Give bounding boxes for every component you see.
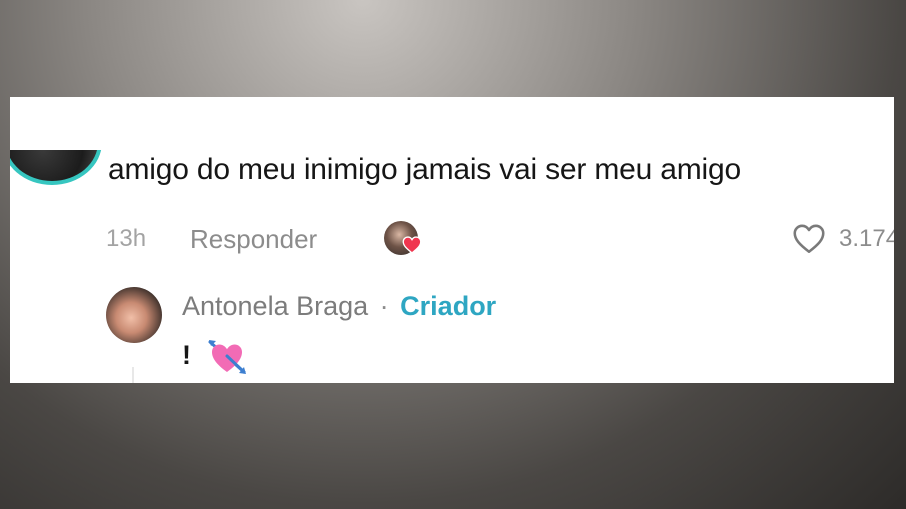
reply-author-line: Antonela Braga · Criador [182, 291, 496, 322]
heart-with-arrow-emoji [208, 340, 246, 374]
red-heart-icon [402, 236, 422, 254]
comment-card: amigo do meu inimigo jamais vai ser meu … [10, 97, 894, 383]
separator-dot: · [379, 291, 389, 321]
thread-line [132, 367, 134, 383]
reply-text: ! [182, 340, 191, 370]
comment-time: 13h [106, 225, 147, 252]
reply-author-name[interactable]: Antonela Braga [182, 291, 368, 321]
comment-text: amigo do meu inimigo jamais vai ser meu … [108, 153, 741, 186]
comment-meta-row: 13h Responder 3.174 [106, 221, 894, 255]
reply-author-avatar[interactable] [106, 287, 162, 343]
reply-button[interactable]: Responder [190, 224, 317, 255]
heart-outline-icon[interactable] [790, 221, 828, 257]
cropped-area [10, 97, 105, 150]
like-count: 3.174 [839, 225, 894, 252]
creator-badge: Criador [400, 291, 497, 321]
